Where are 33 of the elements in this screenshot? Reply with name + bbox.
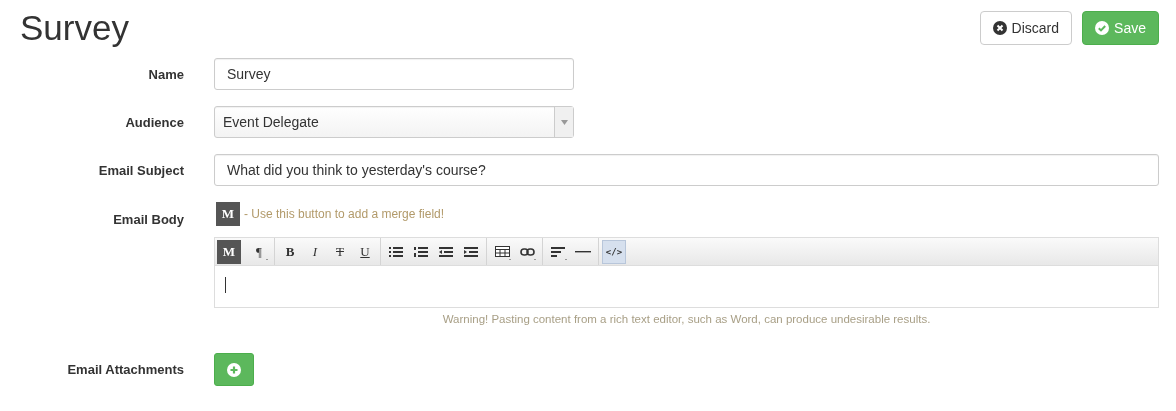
link-icon bbox=[519, 247, 535, 256]
numbered-list-icon bbox=[414, 246, 428, 257]
bullet-list-icon bbox=[389, 246, 403, 257]
dropdown[interactable]: Event Delegate bbox=[214, 106, 574, 138]
align-left-icon bbox=[551, 246, 565, 257]
merge-field-button[interactable]: M bbox=[216, 202, 240, 226]
field-label: Email Body bbox=[112, 212, 184, 227]
text-field[interactable]: Survey bbox=[214, 58, 574, 90]
indent-icon bbox=[464, 246, 478, 257]
field-label: Audience bbox=[124, 114, 184, 130]
italic-button[interactable]: I bbox=[303, 239, 327, 264]
code-button[interactable]: </> bbox=[602, 239, 626, 264]
add-attachment-button[interactable] bbox=[214, 353, 254, 386]
plus-icon bbox=[227, 362, 241, 377]
check-icon bbox=[1095, 20, 1110, 35]
text-field[interactable]: What did you think to yesterday's course? bbox=[214, 154, 1159, 186]
outdent-icon bbox=[439, 246, 453, 257]
paragraph-button[interactable]: ¶ bbox=[247, 239, 271, 264]
page-title: Survey bbox=[20, 8, 129, 48]
merge-hint: - Use this button to add a merge field! bbox=[244, 207, 445, 221]
merge-button[interactable]: M bbox=[217, 239, 241, 264]
discard-button[interactable]: Discard bbox=[979, 10, 1073, 45]
cancel-icon bbox=[992, 20, 1007, 35]
caret-icon bbox=[560, 119, 568, 125]
strike-button[interactable]: T bbox=[328, 239, 352, 264]
horizontal-rule-icon bbox=[575, 250, 591, 253]
bold-button[interactable]: B bbox=[278, 239, 302, 264]
field-label: Name bbox=[147, 66, 184, 82]
field-label: Email Attachments bbox=[66, 362, 184, 377]
underline-button[interactable]: U bbox=[353, 239, 377, 264]
field-label: Email Subject bbox=[97, 162, 184, 178]
table-icon bbox=[494, 246, 510, 257]
warning-text: Warning! Pasting content from a rich text editor, such as Word, can produce undesirable results. bbox=[441, 313, 932, 325]
